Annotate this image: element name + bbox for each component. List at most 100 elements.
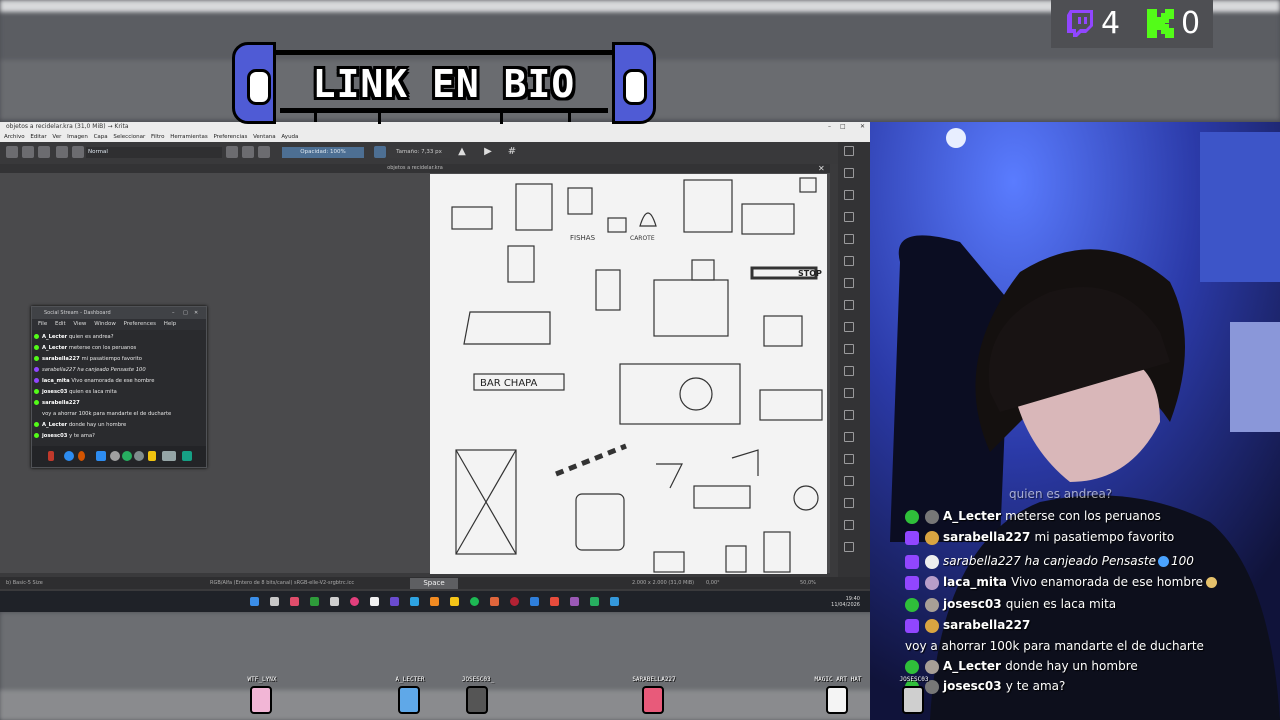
app-icon-10[interactable] (510, 597, 519, 606)
social-message-row[interactable]: A_Lecter meterse con los peruanos (34, 343, 200, 354)
gradient-tool-icon[interactable] (844, 366, 854, 376)
app-icon-8[interactable] (430, 597, 439, 606)
picker-tool-icon[interactable] (844, 410, 854, 420)
move-tool-icon[interactable] (844, 322, 854, 332)
play-icon[interactable]: ▶ (482, 146, 494, 158)
chat-bubble-icon[interactable] (64, 451, 74, 461)
app-icon-12[interactable] (570, 597, 579, 606)
reload-icon[interactable] (258, 146, 270, 158)
menu-filtro[interactable]: Filtro (151, 134, 164, 140)
search-icon[interactable] (270, 597, 279, 606)
social-message-list[interactable]: A_Lecter quien es andrea? A_Lecter meters… (34, 332, 200, 444)
pan-tool-icon[interactable] (844, 542, 854, 552)
social-message-row[interactable]: A_Lecter quien es andrea? (34, 332, 200, 343)
keyboard-icon[interactable] (162, 451, 176, 461)
emoji-icon[interactable] (110, 451, 120, 461)
app-icon-13[interactable] (590, 597, 599, 606)
opacity-slider[interactable]: Opacidad: 100% (282, 147, 364, 158)
transform-tool-icon[interactable] (844, 300, 854, 310)
social-message-row[interactable]: sarabella227 (34, 398, 200, 409)
volume-icon[interactable] (182, 451, 192, 461)
app-icon-3[interactable] (330, 597, 339, 606)
brush-preset-icon[interactable] (72, 146, 84, 158)
ellipse-tool-icon[interactable] (844, 256, 854, 266)
measure-tool-icon[interactable] (844, 454, 854, 464)
gradient-icon[interactable] (22, 146, 34, 158)
blend-mode-select[interactable]: Normal (86, 147, 222, 158)
polygon-tool-icon[interactable] (844, 278, 854, 288)
menu-imagen[interactable]: Imagen (67, 134, 88, 140)
zoom-tool-icon[interactable] (844, 520, 854, 530)
document-tab[interactable]: objetos a recidelar.kra ✕ (0, 164, 830, 173)
new-document-icon[interactable] (6, 146, 18, 158)
lasso-tool-icon[interactable] (844, 476, 854, 486)
folder-icon[interactable] (450, 597, 459, 606)
preserve-alpha-icon[interactable] (242, 146, 254, 158)
select-tool-icon[interactable] (844, 146, 854, 156)
drawing-canvas[interactable]: FISHAS CAROTE BAR CHAPA STOP (430, 174, 827, 574)
social-message-row[interactable]: voy a ahorrar 100k para mandarte el de d… (34, 409, 200, 420)
menu-seleccionar[interactable]: Seleccionar (113, 134, 145, 140)
app-icon-4[interactable] (350, 597, 359, 606)
social-message-row[interactable]: laca_mita Vivo enamorada de ese hombre (34, 376, 200, 387)
fill-tool-icon[interactable] (844, 388, 854, 398)
eraser-icon[interactable] (226, 146, 238, 158)
taskbar-clock[interactable]: 19:40 11/04/2026 (826, 596, 860, 608)
social-message-row[interactable]: A_Lecter donde hay un hombre (34, 420, 200, 431)
app-icon-11[interactable] (550, 597, 559, 606)
social-maximize-icon[interactable]: □ (183, 307, 188, 319)
broom-icon[interactable] (148, 451, 156, 461)
social-menu-help[interactable]: Help (164, 321, 177, 327)
rectangle-tool-icon[interactable] (844, 234, 854, 244)
bell-icon[interactable] (78, 451, 85, 461)
brush-tool-icon[interactable] (844, 190, 854, 200)
mirror-icon[interactable]: ▲ (456, 146, 468, 158)
app-icon-1[interactable] (290, 597, 299, 606)
app-icon-2[interactable] (310, 597, 319, 606)
app-icon-14[interactable] (610, 597, 619, 606)
social-menu-window[interactable]: Window (94, 321, 116, 327)
social-menu-view[interactable]: View (73, 321, 86, 327)
maximize-icon[interactable]: □ (834, 122, 846, 132)
app-icon-7[interactable] (410, 597, 419, 606)
settings-icon[interactable] (134, 451, 144, 461)
social-close-icon[interactable]: ✕ (194, 307, 198, 319)
filter-icon[interactable] (96, 451, 106, 461)
pause-icon[interactable] (48, 451, 54, 461)
app-icon-9[interactable] (490, 597, 499, 606)
green-circle-icon[interactable] (122, 451, 132, 461)
wrap-icon[interactable]: # (506, 146, 518, 158)
app-icon-6[interactable] (390, 597, 399, 606)
assistant-tool-icon[interactable] (844, 432, 854, 442)
text-tool-icon[interactable] (844, 168, 854, 178)
menu-ventana[interactable]: Ventana (253, 134, 276, 140)
menu-capa[interactable]: Capa (94, 134, 108, 140)
menu-preferencias[interactable]: Preferencias (213, 134, 247, 140)
social-menu-preferences[interactable]: Preferences (124, 321, 156, 327)
close-icon[interactable]: ✕ (854, 122, 865, 132)
menu-herramientas[interactable]: Herramientas (170, 134, 207, 140)
minimize-icon[interactable]: – (822, 122, 831, 132)
magic-wand-icon[interactable] (844, 498, 854, 508)
app-icon-5[interactable] (370, 597, 379, 606)
social-minimize-icon[interactable]: – (172, 307, 175, 319)
line-tool-icon[interactable] (844, 212, 854, 222)
social-menu-file[interactable]: File (38, 321, 47, 327)
menu-ayuda[interactable]: Ayuda (281, 134, 298, 140)
menu-editar[interactable]: Editar (30, 134, 46, 140)
social-message-row[interactable]: sarabella227 ha canjeado Pensaste 100 (34, 365, 200, 376)
menu-archivo[interactable]: Archivo (4, 134, 25, 140)
size-slider[interactable]: Tamaño: 7,33 px (388, 147, 450, 158)
banner-text[interactable]: LINK EN BIO (282, 62, 606, 106)
social-menu-edit[interactable]: Edit (55, 321, 66, 327)
social-message-row[interactable]: josesc03 y te ama? (34, 431, 200, 442)
menu-ver[interactable]: Ver (52, 134, 61, 140)
brush-settings-icon[interactable] (56, 146, 68, 158)
crop-tool-icon[interactable] (844, 344, 854, 354)
status-zoom[interactable]: 50,0% (800, 577, 816, 589)
spotify-icon[interactable] (470, 597, 479, 606)
start-icon[interactable] (250, 597, 259, 606)
document-close-icon[interactable]: ✕ (818, 164, 825, 173)
social-message-row[interactable]: sarabella227 mi pasatiempo favorito (34, 354, 200, 365)
pattern-icon[interactable] (38, 146, 50, 158)
